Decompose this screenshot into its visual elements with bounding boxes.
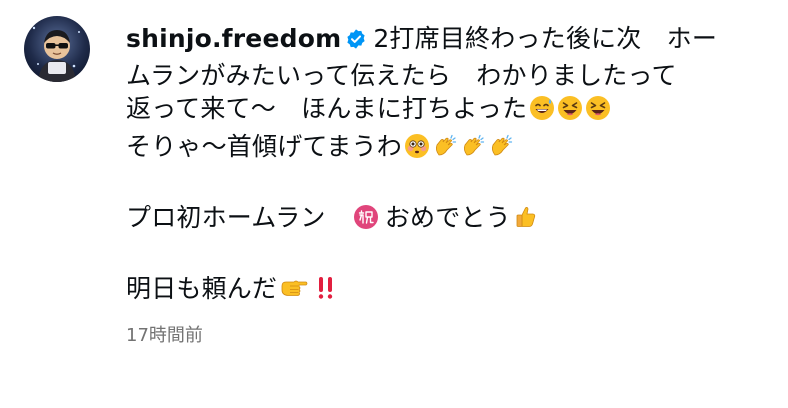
thumbs-up-emoji bbox=[513, 204, 539, 239]
username-link[interactable]: shinjo.freedom bbox=[126, 24, 341, 53]
comment-line-5: プロ初ホームラン おめでとう bbox=[126, 201, 764, 239]
comment-line-4-text: そりゃ〜首傾げてまうわ bbox=[126, 131, 402, 161]
congratulations-ideograph-emoji bbox=[353, 204, 379, 239]
comment-line-3-text: 返って来て〜 ほんまに打ちよった bbox=[126, 94, 528, 123]
pointing-fist-emoji bbox=[279, 275, 309, 310]
comment-line-2: ムランがみたいって伝えたら わかりましたって bbox=[126, 60, 677, 90]
comment-line-7: 明日も頼んだ bbox=[126, 272, 764, 310]
comment-line-6-text: おめでとう bbox=[384, 202, 511, 232]
comment-body: shinjo.freedom 2打席目終わった後に次 ホー ムランがみたいって伝え… bbox=[126, 16, 764, 347]
comment-timestamp[interactable]: 17時間前 bbox=[126, 321, 764, 347]
comment-line-3: 返って来て〜 ほんまに打ちよった bbox=[126, 92, 764, 130]
comment-line-1: shinjo.freedom 2打席目終わった後に次 ホー bbox=[126, 22, 764, 59]
comment-item: shinjo.freedom 2打席目終わった後に次 ホー ムランがみたいって伝え… bbox=[24, 16, 764, 347]
avatar-image bbox=[24, 16, 90, 82]
laughing-squint-emoji bbox=[557, 95, 583, 130]
clapping-hands-emoji bbox=[488, 133, 514, 168]
verified-badge-icon bbox=[345, 25, 367, 59]
clapping-hands-emoji bbox=[432, 133, 458, 168]
comment-text: shinjo.freedom 2打席目終わった後に次 ホー ムランがみたいって伝え… bbox=[126, 22, 764, 309]
laughing-squint-emoji bbox=[585, 95, 611, 130]
flushed-face-emoji bbox=[404, 133, 430, 168]
double-exclamation-emoji bbox=[315, 275, 337, 310]
comment-line-5-text: プロ初ホームラン bbox=[126, 202, 351, 232]
avatar[interactable] bbox=[24, 16, 90, 82]
comment-line-1-text: 2打席目終わった後に次 ホー bbox=[373, 24, 718, 53]
clapping-hands-emoji bbox=[460, 133, 486, 168]
comment-line-4: そりゃ〜首傾げてまうわ bbox=[126, 130, 764, 168]
grinning-sweat-emoji bbox=[529, 95, 555, 130]
comment-line-7-text: 明日も頼んだ bbox=[126, 273, 278, 303]
